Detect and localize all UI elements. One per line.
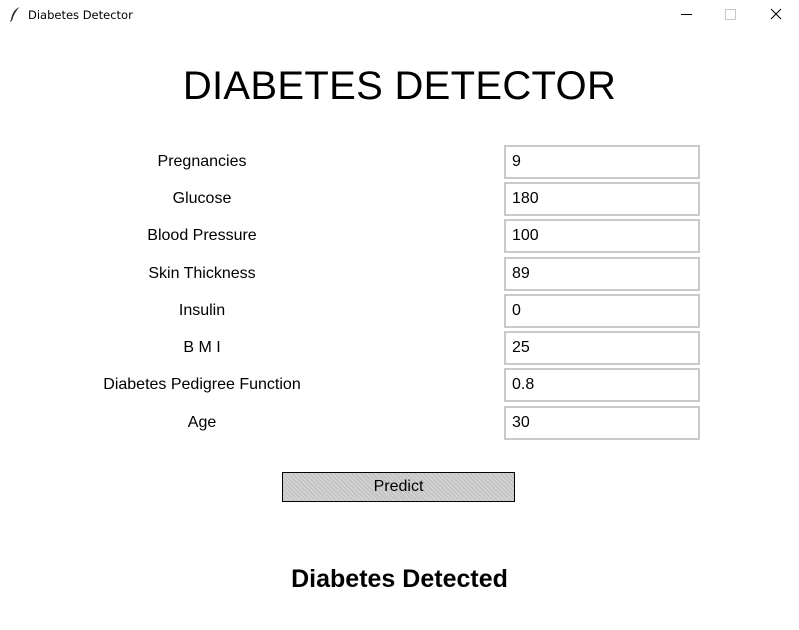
minimize-icon — [681, 14, 692, 15]
blood-pressure-label: Blood Pressure — [147, 227, 257, 244]
glucose-label: Glucose — [172, 190, 232, 207]
window-title: Diabetes Detector — [28, 8, 133, 22]
page-title: DIABETES DETECTOR — [182, 64, 617, 108]
minimize-button[interactable] — [663, 0, 709, 30]
prediction-result: Diabetes Detected — [291, 565, 508, 593]
insulin-label: Insulin — [178, 302, 226, 319]
skin-thickness-input[interactable] — [504, 257, 700, 291]
close-button[interactable] — [753, 0, 799, 30]
skin-thickness-label: Skin Thickness — [148, 265, 256, 282]
age-label: Age — [187, 414, 217, 431]
bmi-input[interactable] — [504, 331, 700, 365]
predict-button[interactable]: Predict — [282, 472, 515, 502]
diabetes-pedigree-function-label: Diabetes Pedigree Function — [103, 376, 301, 393]
close-icon — [770, 8, 782, 20]
age-input[interactable] — [504, 406, 700, 440]
diabetes-pedigree-function-input[interactable] — [504, 368, 700, 402]
maximize-button[interactable] — [707, 0, 753, 30]
pregnancies-label: Pregnancies — [157, 153, 247, 170]
glucose-input[interactable] — [504, 182, 700, 216]
bmi-label: B M I — [183, 339, 221, 356]
pregnancies-input[interactable] — [504, 145, 700, 179]
maximize-icon — [725, 9, 736, 20]
insulin-input[interactable] — [504, 294, 700, 328]
feather-icon — [9, 6, 21, 22]
blood-pressure-input[interactable] — [504, 219, 700, 253]
title-bar: Diabetes Detector — [0, 0, 799, 30]
